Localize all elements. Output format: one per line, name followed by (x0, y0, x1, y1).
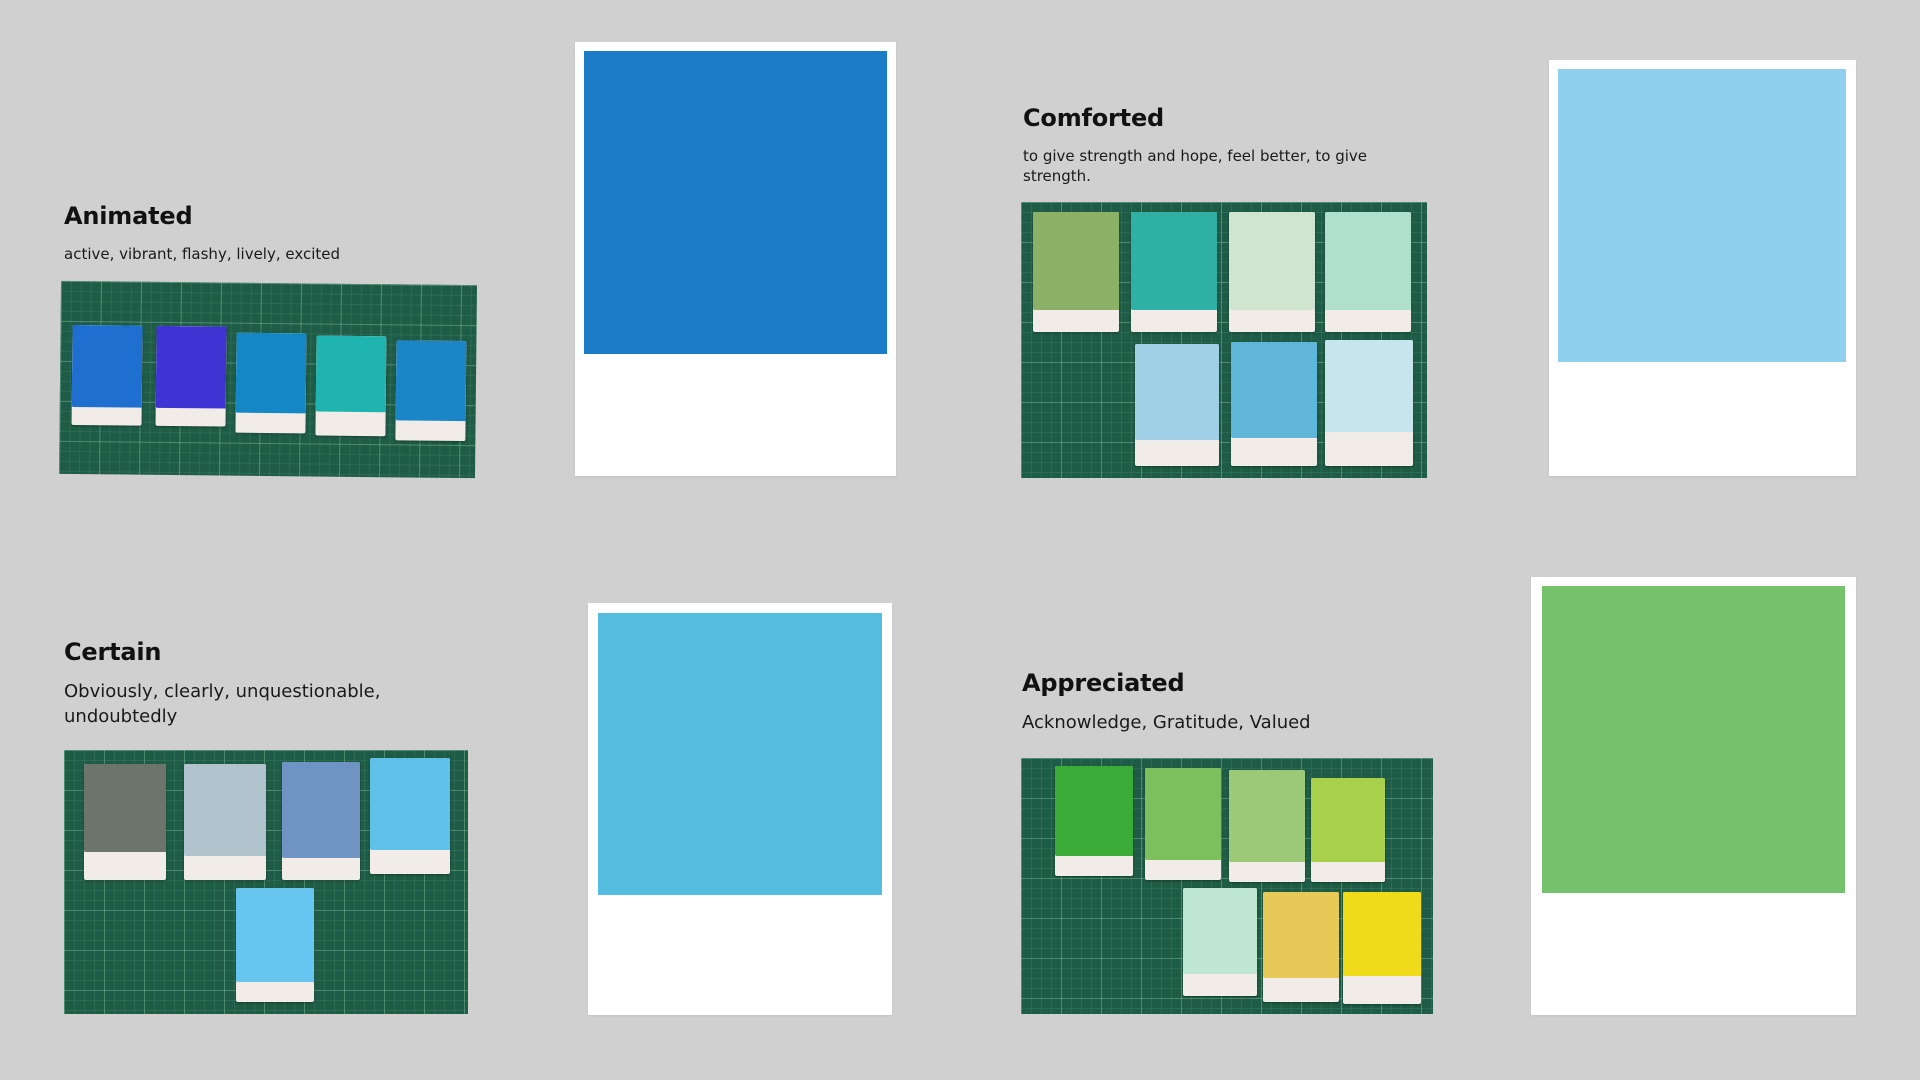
card-color-swatch (584, 51, 887, 354)
paint-fill (236, 888, 314, 982)
paint-fill (1033, 212, 1119, 310)
card-color-swatch (1542, 586, 1845, 893)
paint-fill (1131, 212, 1217, 310)
paint-fill (1263, 892, 1339, 978)
section-description: to give strength and hope, feel better, … (1023, 147, 1368, 185)
paint-fill (1231, 342, 1317, 438)
paint-swatch (315, 335, 387, 437)
paint-fill (1145, 768, 1221, 860)
paint-swatch (1183, 888, 1257, 996)
paint-swatch (1311, 778, 1385, 882)
paint-swatch (1325, 212, 1411, 332)
paint-swatch (1145, 768, 1221, 880)
paint-fill (395, 340, 467, 422)
paint-swatch (1135, 344, 1219, 466)
paint-swatch (1325, 340, 1413, 466)
paint-fill (370, 758, 450, 850)
paint-swatch (1229, 212, 1315, 332)
paint-fill (1135, 344, 1219, 440)
swatch-photo (1021, 758, 1433, 1014)
color-card (588, 603, 892, 1015)
paint-swatch (282, 762, 360, 880)
paint-swatch (1263, 892, 1339, 1002)
paint-swatch (236, 888, 314, 1002)
section-title: Animated (64, 202, 193, 230)
swatch-photo (1021, 202, 1427, 478)
paint-swatch (235, 332, 307, 434)
paint-swatch (1231, 342, 1317, 466)
paint-fill (155, 325, 227, 409)
section-description: active, vibrant, flashy, lively, excited (64, 245, 340, 263)
color-card (1531, 577, 1856, 1015)
color-card (575, 42, 896, 476)
paint-fill (71, 324, 143, 408)
color-card (1549, 60, 1856, 476)
paint-fill (1311, 778, 1385, 862)
paint-fill (1055, 766, 1133, 856)
swatch-photo (64, 750, 468, 1014)
card-color-swatch (598, 613, 882, 895)
paint-fill (84, 764, 166, 852)
paint-swatch (1229, 770, 1305, 882)
paint-fill (1229, 770, 1305, 862)
paint-swatch (84, 764, 166, 880)
paint-swatch (1055, 766, 1133, 876)
paint-swatch (1343, 892, 1421, 1004)
paint-swatch (370, 758, 450, 874)
paint-fill (315, 335, 387, 413)
paint-fill (282, 762, 360, 858)
paint-fill (1229, 212, 1315, 310)
paint-swatch (1033, 212, 1119, 332)
section-description: Obviously, clearly, unquestionable, undo… (64, 681, 381, 727)
paint-swatch (1131, 212, 1217, 332)
paint-fill (1325, 340, 1413, 432)
paint-fill (1343, 892, 1421, 976)
swatch-photo (59, 280, 477, 479)
section-description: Acknowledge, Gratitude, Valued (1022, 712, 1311, 733)
section-title: Appreciated (1022, 669, 1185, 697)
paint-fill (1325, 212, 1411, 310)
paint-fill (1183, 888, 1257, 974)
paint-swatch (184, 764, 266, 880)
paint-fill (235, 332, 307, 414)
section-title: Certain (64, 638, 162, 666)
paint-swatch (155, 325, 227, 427)
card-color-swatch (1558, 69, 1846, 362)
paint-fill (184, 764, 266, 856)
paint-swatch (71, 324, 143, 426)
section-title: Comforted (1023, 104, 1165, 132)
paint-swatch (395, 340, 467, 442)
